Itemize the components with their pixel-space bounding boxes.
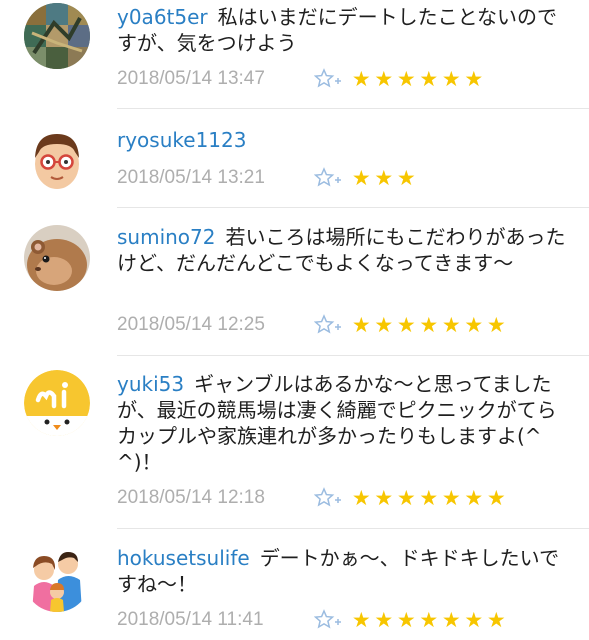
star-icon: ★ xyxy=(441,313,461,337)
add-star-button[interactable] xyxy=(314,609,342,631)
mi-chick-avatar-icon xyxy=(24,370,90,436)
star-icon: ★ xyxy=(351,313,371,337)
star-icon: ★ xyxy=(374,486,394,510)
username-link[interactable]: yuki53 xyxy=(117,372,184,396)
star-icon: ★ xyxy=(486,313,506,337)
comment-text-block: y0a6t5er 私はいまだにデートしたことないのですが、気をつけよう xyxy=(117,4,572,56)
star-icon: ★ xyxy=(419,313,439,337)
star-icon: ★ xyxy=(374,67,394,91)
star-icon: ★ xyxy=(464,608,484,632)
add-star-button[interactable] xyxy=(314,487,342,509)
username-link[interactable]: y0a6t5er xyxy=(117,5,208,29)
star-rating: ★ ★ ★ ★ ★ ★ ★ xyxy=(350,314,508,336)
star-icon: ★ xyxy=(396,166,416,190)
avatar[interactable] xyxy=(24,225,90,291)
star-icon: ★ xyxy=(396,486,416,510)
star-rating: ★ ★ ★ ★ ★ ★ ★ xyxy=(350,487,508,509)
star-icon: ★ xyxy=(396,67,416,91)
avatar[interactable] xyxy=(24,370,90,436)
star-icon: ★ xyxy=(419,608,439,632)
add-star-icon xyxy=(314,167,341,187)
timestamp: 2018/05/14 12:18 xyxy=(117,487,265,508)
star-icon: ★ xyxy=(351,166,371,190)
star-rating: ★ ★ ★ ★ ★ ★ xyxy=(350,68,485,90)
star-icon: ★ xyxy=(419,67,439,91)
star-icon: ★ xyxy=(464,67,484,91)
divider xyxy=(117,108,589,109)
comment-meta: 2018/05/14 13:21 ★ ★ ★ xyxy=(117,165,418,191)
comment-meta: 2018/05/14 13:47 ★ ★ ★ ★ ★ ★ xyxy=(117,66,485,92)
comment-text-block: ryosuke1123 xyxy=(117,127,572,153)
username-link[interactable]: hokusetsulife xyxy=(117,546,250,570)
star-icon: ★ xyxy=(441,608,461,632)
add-star-icon xyxy=(314,68,341,88)
star-icon: ★ xyxy=(351,608,371,632)
comment-meta: 2018/05/14 11:41 ★ ★ ★ ★ ★ ★ ★ xyxy=(117,607,508,633)
star-icon: ★ xyxy=(419,486,439,510)
star-icon: ★ xyxy=(351,486,371,510)
star-icon: ★ xyxy=(464,313,484,337)
add-star-icon xyxy=(314,609,341,629)
timestamp: 2018/05/14 12:25 xyxy=(117,314,265,335)
divider xyxy=(117,207,589,208)
timestamp: 2018/05/14 13:21 xyxy=(117,167,265,188)
star-rating: ★ ★ ★ ★ ★ ★ ★ xyxy=(350,609,508,631)
add-star-button[interactable] xyxy=(314,68,342,90)
comment-text-block: sumino72 若いころは場所にもこだわりがあったけど、だんだんどこでもよくなっ… xyxy=(117,224,572,276)
star-icon: ★ xyxy=(464,486,484,510)
comment-meta: 2018/05/14 12:18 ★ ★ ★ ★ ★ ★ ★ xyxy=(117,485,508,511)
avatar[interactable] xyxy=(24,546,90,612)
hamster-avatar-icon xyxy=(24,225,90,291)
star-icon: ★ xyxy=(486,608,506,632)
star-icon: ★ xyxy=(441,67,461,91)
avatar[interactable] xyxy=(24,126,90,192)
star-icon: ★ xyxy=(374,313,394,337)
star-icon: ★ xyxy=(486,486,506,510)
mosaic-avatar-icon xyxy=(24,3,90,69)
star-icon: ★ xyxy=(374,608,394,632)
comment-text-block: yuki53 ギャンブルはあるかな〜と思ってましたが、最近の競馬場は凄く綺麗でピク… xyxy=(117,371,572,475)
add-star-icon xyxy=(314,314,341,334)
star-icon: ★ xyxy=(396,608,416,632)
add-star-button[interactable] xyxy=(314,167,342,189)
star-icon: ★ xyxy=(396,313,416,337)
comment-text-block: hokusetsulife デートかぁ〜、ドキドキしたいですね〜！ xyxy=(117,545,572,597)
star-icon: ★ xyxy=(441,486,461,510)
username-link[interactable]: ryosuke1123 xyxy=(117,128,246,152)
add-star-icon xyxy=(314,487,341,507)
star-icon: ★ xyxy=(351,67,371,91)
divider xyxy=(117,355,589,356)
star-icon: ★ xyxy=(374,166,394,190)
username-link[interactable]: sumino72 xyxy=(117,225,216,249)
star-rating: ★ ★ ★ xyxy=(350,167,418,189)
family-avatar-icon xyxy=(24,546,90,612)
glasses-face-avatar-icon xyxy=(24,126,90,192)
comment-meta: 2018/05/14 12:25 ★ ★ ★ ★ ★ ★ ★ xyxy=(117,312,508,338)
timestamp: 2018/05/14 13:47 xyxy=(117,68,265,89)
divider xyxy=(117,528,589,529)
timestamp: 2018/05/14 11:41 xyxy=(117,609,264,630)
avatar[interactable] xyxy=(24,3,90,69)
add-star-button[interactable] xyxy=(314,314,342,336)
